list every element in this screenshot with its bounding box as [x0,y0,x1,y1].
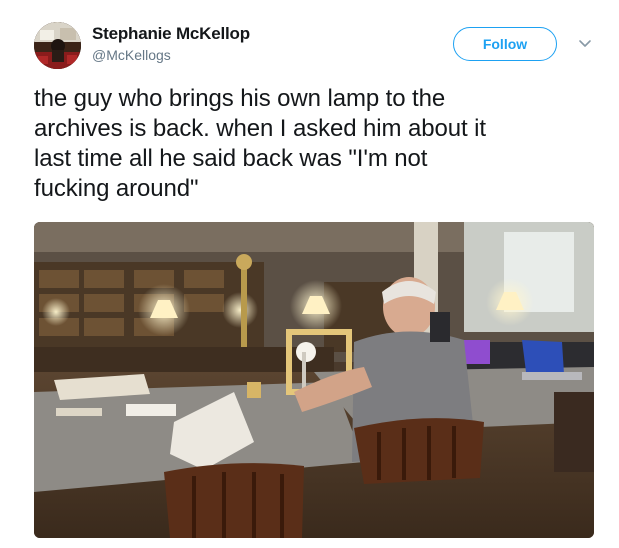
author-handle[interactable]: @McKellogs [92,47,171,63]
tweet-text: the guy who brings his own lamp to the a… [34,85,486,202]
tweet-photo[interactable] [34,222,594,538]
library-photo [34,222,594,538]
follow-button[interactable]: Follow [453,27,557,61]
author-name[interactable]: Stephanie McKellop [92,24,250,44]
chevron-down-icon[interactable] [575,34,595,54]
avatar[interactable] [34,22,81,69]
tweet-card: Stephanie McKellop @McKellogs Follow the… [0,0,619,548]
profile-photo [34,22,81,69]
